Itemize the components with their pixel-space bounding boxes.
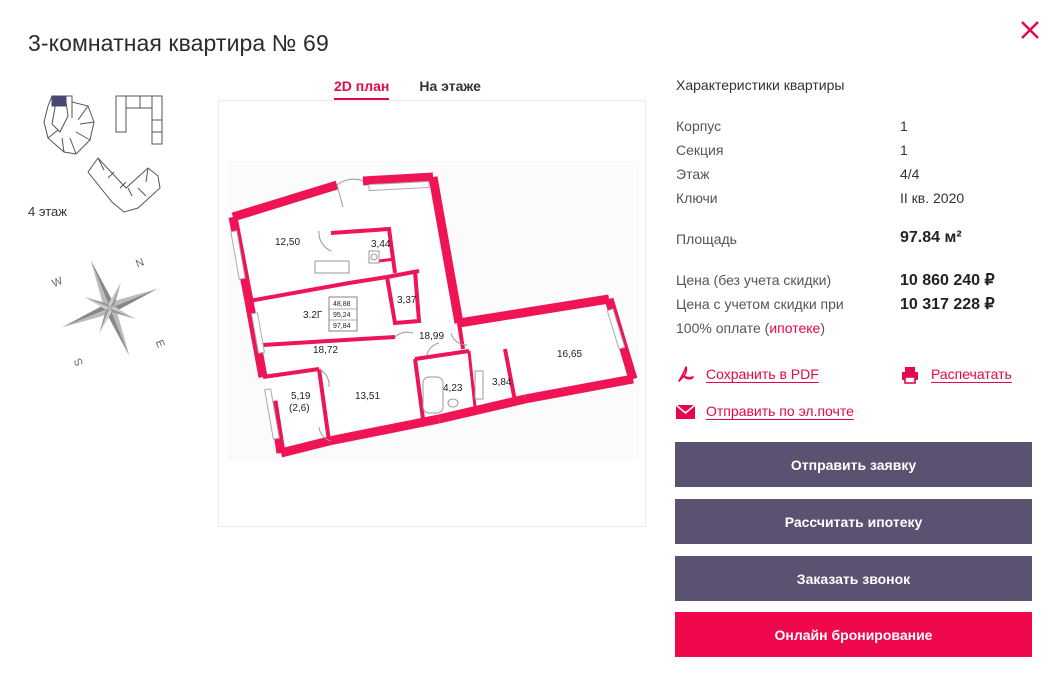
room-area: 18,72 (313, 345, 338, 356)
calculate-mortgage-button[interactable]: Рассчитать ипотеку (675, 499, 1032, 544)
spec-value-keys: II кв. 2020 (900, 190, 965, 206)
room-area: 4,23 (443, 383, 463, 394)
room-area: 16,65 (557, 349, 582, 360)
floor-label: 4 этаж (28, 204, 67, 219)
spec-value-section: 1 (900, 142, 908, 158)
plan-tabs: 2D план На этаже (334, 78, 481, 100)
spec-label-building: Корпус (676, 118, 722, 134)
compass-w-label: W (50, 275, 65, 290)
send-request-button[interactable]: Отправить заявку (675, 442, 1032, 487)
legend-value-1: 48,88 (333, 301, 351, 308)
spec-label-floor: Этаж (676, 166, 710, 182)
room-area: 13,51 (355, 391, 380, 402)
area-label: Площадь (676, 231, 737, 247)
mail-icon (675, 404, 696, 419)
spec-value-floor: 4/4 (900, 166, 920, 182)
discount-label-close: ) (820, 320, 825, 336)
mortgage-link[interactable]: ипотеке (769, 320, 820, 336)
spec-value-building: 1 (900, 118, 908, 134)
compass-e-label: E (153, 338, 167, 349)
page-title: 3-комнатная квартира № 69 (28, 30, 329, 56)
specs-title: Характеристики квартиры (676, 77, 845, 93)
legend-value-2: 95,24 (333, 312, 351, 319)
pdf-icon (678, 366, 694, 382)
room-area: 3,37 (397, 295, 417, 306)
compass-rose: N E S W (48, 250, 178, 375)
room-area: 12,50 (275, 237, 300, 248)
tab-2d-plan[interactable]: 2D план (334, 78, 390, 100)
order-callback-button[interactable]: Заказать звонок (675, 556, 1032, 601)
room-area: 5,19 (291, 391, 311, 402)
room-area: 3,84 (492, 377, 512, 388)
price-value: 10 860 240 ₽ (900, 272, 995, 289)
compass-s-label: S (72, 356, 86, 367)
online-booking-button[interactable]: Онлайн бронирование (675, 612, 1032, 657)
tab-on-floor[interactable]: На этаже (419, 78, 481, 100)
room-area: 3,44 (371, 239, 391, 250)
room-area: (2,6) (289, 403, 310, 414)
room-area: 18,99 (419, 331, 444, 342)
floor-scheme[interactable] (28, 92, 178, 222)
price-label: Цена (без учета скидки) (676, 272, 832, 288)
print-link[interactable]: Распечатать (931, 366, 1012, 382)
compass-n-label: N (134, 256, 146, 270)
area-value: 97.84 м² (900, 229, 962, 246)
discount-price-value: 10 317 228 ₽ (900, 296, 995, 313)
send-email-link[interactable]: Отправить по эл.почте (706, 403, 854, 419)
save-pdf-link[interactable]: Сохранить в PDF (706, 366, 819, 382)
legend-type: 3.2Г (303, 310, 323, 321)
discount-price-label: Цена с учетом скидки при (676, 296, 844, 312)
apartment-plan: 3.2Г 48,88 95,24 97,84 12,50 3,44 3,37 1… (218, 100, 646, 527)
printer-icon (902, 367, 918, 384)
discount-price-label-line2: 100% оплате (ипотеке) (676, 320, 825, 336)
spec-label-keys: Ключи (676, 190, 718, 206)
discount-label-text: 100% оплате ( (676, 320, 770, 336)
legend-value-3: 97,84 (333, 323, 351, 330)
close-icon (1021, 21, 1039, 39)
close-button[interactable] (1016, 16, 1044, 44)
spec-label-section: Секция (676, 142, 724, 158)
